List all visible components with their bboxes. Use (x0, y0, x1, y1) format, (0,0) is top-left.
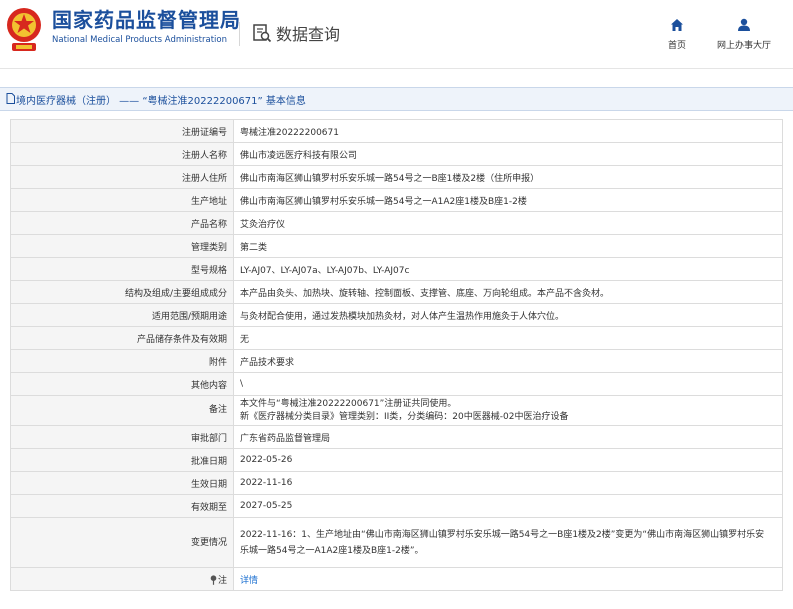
nav-online-hall-label: 网上办事大厅 (716, 41, 771, 51)
device-info-table: 注册证编号 粤械注准20222200671 注册人名称 佛山市凌远医疗科技有限公… (10, 119, 783, 591)
nav-home-label: 首页 (667, 41, 686, 51)
table-row-remark: 备注 本文件与“粤械注准20222200671”注册证共同使用。 新《医疗器械分… (10, 395, 783, 426)
table-row: 产品储存条件及有效期 无 (10, 326, 783, 350)
table-row: 适用范围/预期用途 与灸材配合使用，通过发热模块加热灸材，对人体产生温热作用施灸… (10, 303, 783, 327)
row-value: LY-AJ07、LY-AJ07a、LY-AJ07b、LY-AJ07c (233, 257, 783, 281)
nav-online-hall[interactable]: 网上办事大厅 (712, 18, 776, 51)
table-row: 型号规格 LY-AJ07、LY-AJ07a、LY-AJ07b、LY-AJ07c (10, 257, 783, 281)
national-emblem-icon (7, 8, 41, 51)
row-key: 审批部门 (10, 425, 234, 449)
document-icon (6, 93, 15, 104)
row-value: 第二类 (233, 234, 783, 258)
user-icon (738, 18, 750, 31)
row-value: 粤械注准20222200671 (233, 119, 783, 143)
site-subtitle: National Medical Products Administration (52, 35, 227, 45)
note-key: 注 (217, 575, 227, 586)
row-value: 详情 (233, 567, 783, 591)
change-value: 2022-11-16：1、生产地址由“佛山市南海区狮山镇罗村乐安乐城一路54号之… (233, 517, 783, 568)
data-query-label: 数据查询 (276, 25, 341, 44)
change-line: 2022-11-16：1、生产地址由“佛山市南海区狮山镇罗村乐安乐城一路54号之… (240, 529, 765, 540)
row-value: 佛山市南海区狮山镇罗村乐安乐城一路54号之一A1A2座1楼及B座1-2楼 (233, 188, 783, 212)
home-icon (671, 19, 683, 31)
table-row: 附件 产品技术要求 (10, 349, 783, 373)
row-value: 佛山市凌远医疗科技有限公司 (233, 142, 783, 166)
pin-icon (210, 575, 217, 585)
row-key: 注 (10, 567, 234, 591)
row-key: 结构及组成/主要组成成分 (10, 280, 234, 304)
row-key: 管理类别 (10, 234, 234, 258)
table-row: 生效日期 2022-11-16 (10, 471, 783, 495)
remark-line: 新《医疗器械分类目录》管理类别：II类，分类编码：20中医器械-02中医治疗设备 (240, 411, 569, 422)
remark-value: 本文件与“粤械注准20222200671”注册证共同使用。 新《医疗器械分类目录… (233, 395, 783, 426)
table-row: 批准日期 2022-05-26 (10, 448, 783, 472)
row-key: 批准日期 (10, 448, 234, 472)
row-key: 生产地址 (10, 188, 234, 212)
table-row: 产品名称 艾灸治疗仪 (10, 211, 783, 235)
breadcrumb: 境内医疗器械（注册） —— “粤械注准20222200671” 基本信息 (16, 96, 306, 107)
row-value: 佛山市南海区狮山镇罗村乐安乐城一路54号之一B座1楼及2楼（住所申报） (233, 165, 783, 189)
row-key: 有效期至 (10, 494, 234, 518)
row-key: 注册人住所 (10, 165, 234, 189)
document-search-icon (253, 24, 272, 43)
row-key: 型号规格 (10, 257, 234, 281)
table-row: 注册人名称 佛山市凌远医疗科技有限公司 (10, 142, 783, 166)
table-row: 其他内容 \ (10, 372, 783, 396)
row-value: 无 (233, 326, 783, 350)
table-row: 有效期至 2027-05-25 (10, 494, 783, 518)
remark-line: 本文件与“粤械注准20222200671”注册证共同使用。 (240, 398, 457, 409)
row-key: 注册证编号 (10, 119, 234, 143)
table-row: 生产地址 佛山市南海区狮山镇罗村乐安乐城一路54号之一A1A2座1楼及B座1-2… (10, 188, 783, 212)
row-value: 艾灸治疗仪 (233, 211, 783, 235)
row-key: 附件 (10, 349, 234, 373)
row-value: 2027-05-25 (233, 494, 783, 518)
table-row-note: 注 详情 (10, 567, 783, 591)
row-key: 产品储存条件及有效期 (10, 326, 234, 350)
row-key: 生效日期 (10, 471, 234, 495)
row-value: 本产品由灸头、加热块、旋转轴、控制面板、支撑管、底座、万向轮组成。本产品不含灸材… (233, 280, 783, 304)
site-header: 国家药品监督管理局 National Medical Products Admi… (0, 0, 793, 69)
change-line: 乐城一路54号之一A1A2座1楼及B座1-2楼”。 (240, 545, 424, 556)
table-row: 结构及组成/主要组成成分 本产品由灸头、加热块、旋转轴、控制面板、支撑管、底座、… (10, 280, 783, 304)
table-row-change: 变更情况 2022-11-16：1、生产地址由“佛山市南海区狮山镇罗村乐安乐城一… (10, 517, 783, 568)
row-value: 与灸材配合使用，通过发热模块加热灸材，对人体产生温热作用施灸于人体穴位。 (233, 303, 783, 327)
row-key: 备注 (10, 395, 234, 426)
row-key: 适用范围/预期用途 (10, 303, 234, 327)
data-query-section[interactable]: 数据查询 (252, 21, 340, 45)
table-row: 注册人住所 佛山市南海区狮山镇罗村乐安乐城一路54号之一B座1楼及2楼（住所申报… (10, 165, 783, 189)
row-value: \ (233, 372, 783, 396)
table-row: 审批部门 广东省药品监督管理局 (10, 425, 783, 449)
row-value: 广东省药品监督管理局 (233, 425, 783, 449)
row-value: 2022-11-16 (233, 471, 783, 495)
nav-home[interactable]: 首页 (645, 18, 709, 51)
breadcrumb-bar: 境内医疗器械（注册） —— “粤械注准20222200671” 基本信息 (0, 87, 793, 111)
row-key: 注册人名称 (10, 142, 234, 166)
site-title: 国家药品监督管理局 (52, 8, 241, 32)
row-value: 2022-05-26 (233, 448, 783, 472)
site-brand[interactable]: 国家药品监督管理局 National Medical Products Admi… (52, 8, 241, 45)
row-value: 产品技术要求 (233, 349, 783, 373)
header-divider (239, 22, 240, 46)
row-key: 产品名称 (10, 211, 234, 235)
row-key: 变更情况 (10, 517, 234, 568)
table-row: 管理类别 第二类 (10, 234, 783, 258)
row-key: 其他内容 (10, 372, 234, 396)
table-row: 注册证编号 粤械注准20222200671 (10, 119, 783, 143)
details-link[interactable]: 详情 (240, 576, 258, 586)
